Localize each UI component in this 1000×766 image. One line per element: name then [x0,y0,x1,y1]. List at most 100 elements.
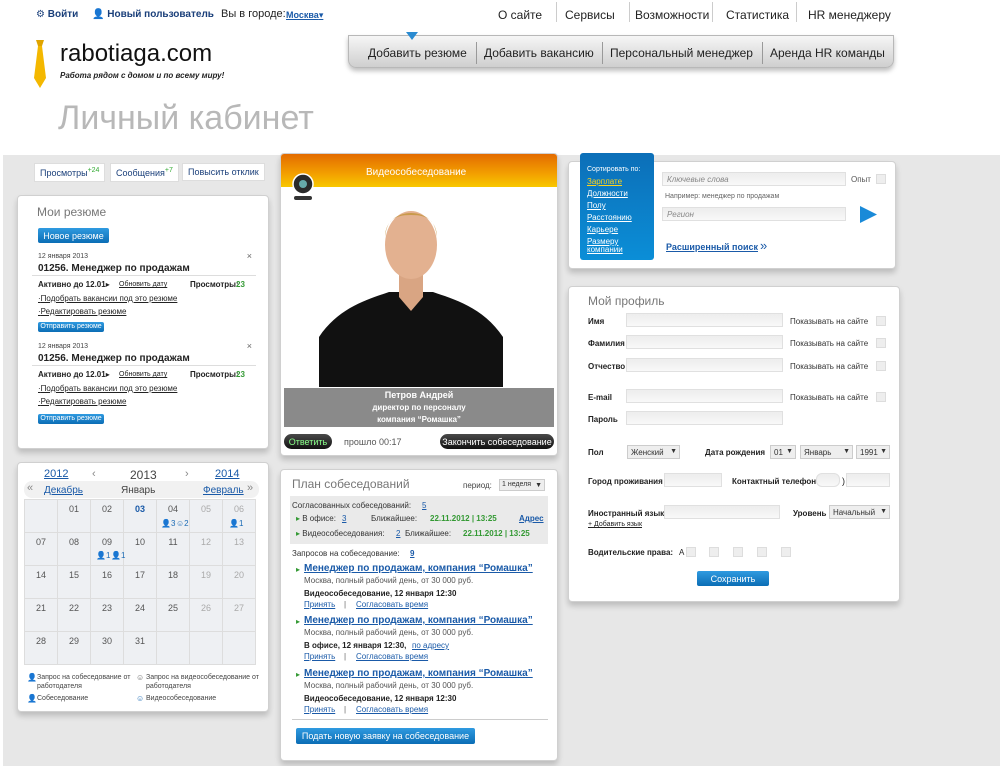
answer-button[interactable]: Ответить [284,434,332,449]
close-icon[interactable]: × [247,251,252,261]
birth-month-select[interactable]: Январь [800,445,853,459]
next-month-link[interactable]: Февраль [203,485,244,496]
birth-day-select[interactable]: 01 [770,445,796,459]
video-count[interactable]: 2 [396,529,400,538]
views-button[interactable]: Просмотры+24 [34,163,106,182]
new-user-link[interactable]: 👤 Новый пользователь [92,9,214,20]
calendar-day[interactable]: 01 [57,499,91,533]
next-year-arrow-icon[interactable]: › [185,468,189,480]
nav-features[interactable]: Возможности [635,8,709,22]
request-title-link[interactable]: Менеджер по продажам, компания “Ромашка” [304,615,533,626]
calendar-day[interactable]: 11 [156,532,190,566]
calendar-day[interactable]: 23 [90,598,124,632]
resume-title[interactable]: 01256. Менеджер по продажам [38,353,190,364]
calendar-day[interactable] [156,631,190,665]
prev-year-arrow-icon[interactable]: ‹ [92,468,96,480]
calendar-day[interactable] [189,631,223,665]
calendar-day[interactable]: 17 [123,565,157,599]
send-resume-button[interactable]: Отправить резюме [38,322,104,332]
calendar-day[interactable]: 03 [123,499,157,533]
match-vacancies-link[interactable]: ·Подобрать вакансии под это резюме [38,384,177,393]
calendar-day[interactable]: 14 [24,565,58,599]
nav-stats[interactable]: Статистика [726,8,789,22]
login-link[interactable]: ⚙ Войти [36,9,78,20]
end-interview-button[interactable]: Закончить собеседование [440,434,554,449]
calendar-day[interactable]: 09 [90,532,124,566]
address-link[interactable]: Адрес [519,514,544,523]
calendar-day[interactable]: 19 [189,565,223,599]
calendar-day[interactable]: 02 [90,499,124,533]
experience-checkbox[interactable] [876,174,886,184]
office-count[interactable]: 3 [342,514,346,523]
calendar-day[interactable]: 29 [57,631,91,665]
accept-link[interactable]: Принять [304,600,335,609]
license-a-checkbox[interactable] [686,547,696,557]
prev-month-icon[interactable]: « [27,482,33,494]
calendar-day[interactable]: 27 [222,598,256,632]
city-select[interactable]: Москва▾ [286,10,323,21]
birth-year-select[interactable]: 1991 [856,445,890,459]
surname-field[interactable] [626,335,783,349]
sort-option[interactable]: Полу [587,202,649,210]
calendar-day[interactable] [24,499,58,533]
calendar-day[interactable]: 15 [57,565,91,599]
search-go-icon[interactable] [858,205,878,224]
name-field[interactable] [626,313,783,327]
license-e-checkbox[interactable] [781,547,791,557]
calendar-badge[interactable]: 👤1 [96,551,110,560]
messages-button[interactable]: Сообщения+7 [110,163,179,182]
nav-personal-manager[interactable]: Персональный менеджер [610,46,753,60]
sort-option[interactable]: Зарплате [587,178,649,186]
reschedule-link[interactable]: Согласовать время [356,652,428,661]
period-select[interactable]: 1 неделя [499,479,545,491]
show-on-site-checkbox[interactable] [876,392,886,402]
level-select[interactable]: Начальный [829,505,890,519]
license-c-checkbox[interactable] [733,547,743,557]
calendar-day[interactable]: 10 [123,532,157,566]
calendar-day[interactable]: 08 [57,532,91,566]
nav-about[interactable]: О сайте [498,8,542,22]
add-language-link[interactable]: + Добавить язык [588,521,642,528]
prev-month-link[interactable]: Декабрь [44,485,83,496]
logo-text[interactable]: rabotiaga.com [60,40,212,68]
foreign-lang-field[interactable] [664,505,780,519]
calendar-day[interactable]: 12 [189,532,223,566]
close-icon[interactable]: × [247,341,252,351]
license-d-checkbox[interactable] [757,547,767,557]
sort-option[interactable]: Должности [587,190,649,198]
update-date-link[interactable]: Обновить дату [119,281,167,288]
sort-option[interactable]: Расстоянию [587,214,649,222]
show-on-site-checkbox[interactable] [876,338,886,348]
show-on-site-checkbox[interactable] [876,316,886,326]
calendar-day[interactable]: 07 [24,532,58,566]
calendar-day[interactable]: 16 [90,565,124,599]
boost-button[interactable]: Повысить отклик [182,163,265,181]
calendar-day[interactable]: 30 [90,631,124,665]
request-title-link[interactable]: Менеджер по продажам, компания “Ромашка” [304,563,533,574]
calendar-badge[interactable]: 👤1 [111,551,125,560]
calendar-day[interactable]: 28 [24,631,58,665]
request-address-link[interactable]: по адресу [412,641,449,650]
prev-year-link[interactable]: 2012 [44,468,68,480]
edit-resume-link[interactable]: ·Редактировать резюме [38,397,126,406]
license-b-checkbox[interactable] [709,547,719,557]
accept-link[interactable]: Принять [304,652,335,661]
double-chevron-icon[interactable]: » [760,238,767,253]
resume-title[interactable]: 01256. Менеджер по продажам [38,263,190,274]
new-resume-button[interactable]: Новое резюме [38,228,109,243]
requests-count[interactable]: 9 [410,549,414,558]
calendar-day[interactable]: 22 [57,598,91,632]
new-request-button[interactable]: Подать новую заявку на собеседование [296,728,475,744]
patronymic-field[interactable] [626,358,783,372]
gender-select[interactable]: Женский [627,445,680,459]
email-field[interactable] [626,389,783,403]
next-month-icon[interactable]: » [247,482,253,494]
calendar-day[interactable]: 20 [222,565,256,599]
nav-add-resume[interactable]: Добавить резюме [368,46,467,60]
nav-hr-team[interactable]: Аренда HR команды [770,46,885,60]
city-field[interactable] [664,473,722,487]
calendar-day[interactable]: 26 [189,598,223,632]
calendar-day[interactable]: 05 [189,499,223,533]
calendar-day[interactable]: 18 [156,565,190,599]
calendar-day[interactable]: 13 [222,532,256,566]
